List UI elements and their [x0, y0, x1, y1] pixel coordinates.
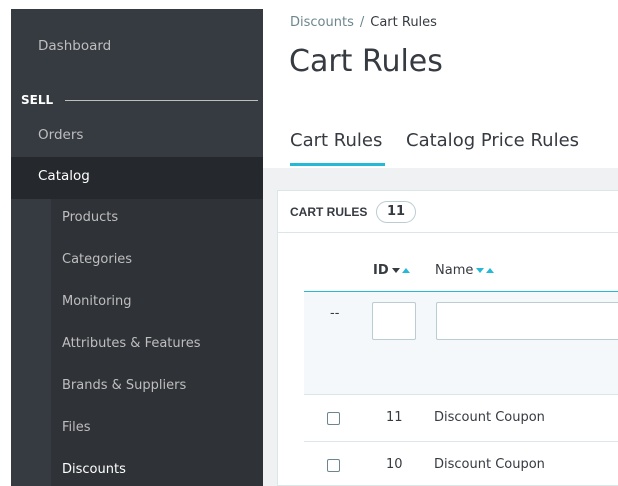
breadcrumb-link-discounts[interactable]: Discounts [290, 15, 354, 30]
submenu-item-label: Attributes & Features [62, 336, 201, 351]
section-divider [65, 100, 258, 101]
catalog-submenu: Products Categories Monitoring Attribute… [51, 199, 263, 486]
active-tab-indicator [290, 163, 385, 166]
filter-id-input[interactable] [372, 302, 416, 340]
submenu-item-products[interactable]: Products [51, 199, 263, 241]
panel-header: CART RULES 11 [278, 191, 618, 233]
sort-asc-icon[interactable] [486, 268, 495, 273]
submenu-item-label: Discounts [62, 462, 126, 477]
nav-item-catalog[interactable]: Catalog [11, 157, 263, 199]
row-checkbox[interactable] [327, 459, 340, 472]
row-checkbox[interactable] [327, 412, 340, 425]
sort-desc-icon[interactable] [476, 268, 485, 273]
cell-name: Discount Coupon [434, 410, 545, 425]
column-header-name[interactable]: Name [435, 263, 495, 278]
filter-row: -- [304, 291, 618, 395]
breadcrumb: Discounts / Cart Rules [290, 15, 437, 30]
submenu-item-discounts[interactable]: Discounts [51, 451, 263, 486]
cart-rules-panel: CART RULES 11 ID Name -- 11 Discount Cou… [277, 190, 618, 486]
submenu-item-label: Products [62, 210, 119, 225]
nav-item-dashboard-label: Dashboard [38, 38, 112, 54]
page-title: Cart Rules [289, 44, 443, 79]
cell-name: Discount Coupon [434, 457, 545, 472]
submenu-item-label: Categories [62, 252, 133, 267]
tab-cart-rules[interactable]: Cart Rules [290, 130, 382, 151]
submenu-item-label: Monitoring [62, 294, 132, 309]
breadcrumb-current: Cart Rules [370, 15, 437, 30]
column-header-id-label: ID [373, 263, 389, 278]
filter-bulk-placeholder: -- [330, 306, 340, 321]
nav-item-dashboard[interactable]: Dashboard [11, 9, 263, 83]
submenu-item-monitoring[interactable]: Monitoring [51, 283, 263, 325]
submenu-item-brands-suppliers[interactable]: Brands & Suppliers [51, 367, 263, 409]
filter-name-input[interactable] [436, 302, 618, 340]
submenu-item-categories[interactable]: Categories [51, 241, 263, 283]
cell-id: 11 [386, 410, 403, 425]
cell-id: 10 [386, 457, 403, 472]
submenu-item-files[interactable]: Files [51, 409, 263, 451]
sort-asc-icon[interactable] [401, 268, 410, 273]
column-header-id[interactable]: ID [373, 263, 410, 278]
tab-catalog-price-rules[interactable]: Catalog Price Rules [406, 130, 579, 151]
submenu-item-attributes-features[interactable]: Attributes & Features [51, 325, 263, 367]
sidebar: Dashboard SELL Orders Catalog Products C… [11, 9, 263, 486]
breadcrumb-separator: / [359, 15, 365, 30]
tab-bar: Cart Rules Catalog Price Rules [263, 120, 618, 168]
nav-item-orders-label: Orders [38, 127, 84, 143]
column-header-name-label: Name [435, 263, 474, 278]
submenu-item-label: Brands & Suppliers [62, 378, 187, 393]
sort-desc-icon[interactable] [391, 268, 400, 273]
submenu-item-label: Files [62, 420, 91, 435]
nav-item-orders[interactable]: Orders [11, 117, 263, 157]
table-row[interactable]: 10 Discount Coupon [304, 442, 618, 486]
section-sell-label: SELL [21, 93, 54, 107]
table-row[interactable]: 11 Discount Coupon [304, 395, 618, 442]
panel-title: CART RULES [290, 205, 368, 219]
count-badge: 11 [376, 201, 417, 223]
nav-item-catalog-label: Catalog [38, 168, 90, 184]
section-sell: SELL [11, 89, 263, 111]
